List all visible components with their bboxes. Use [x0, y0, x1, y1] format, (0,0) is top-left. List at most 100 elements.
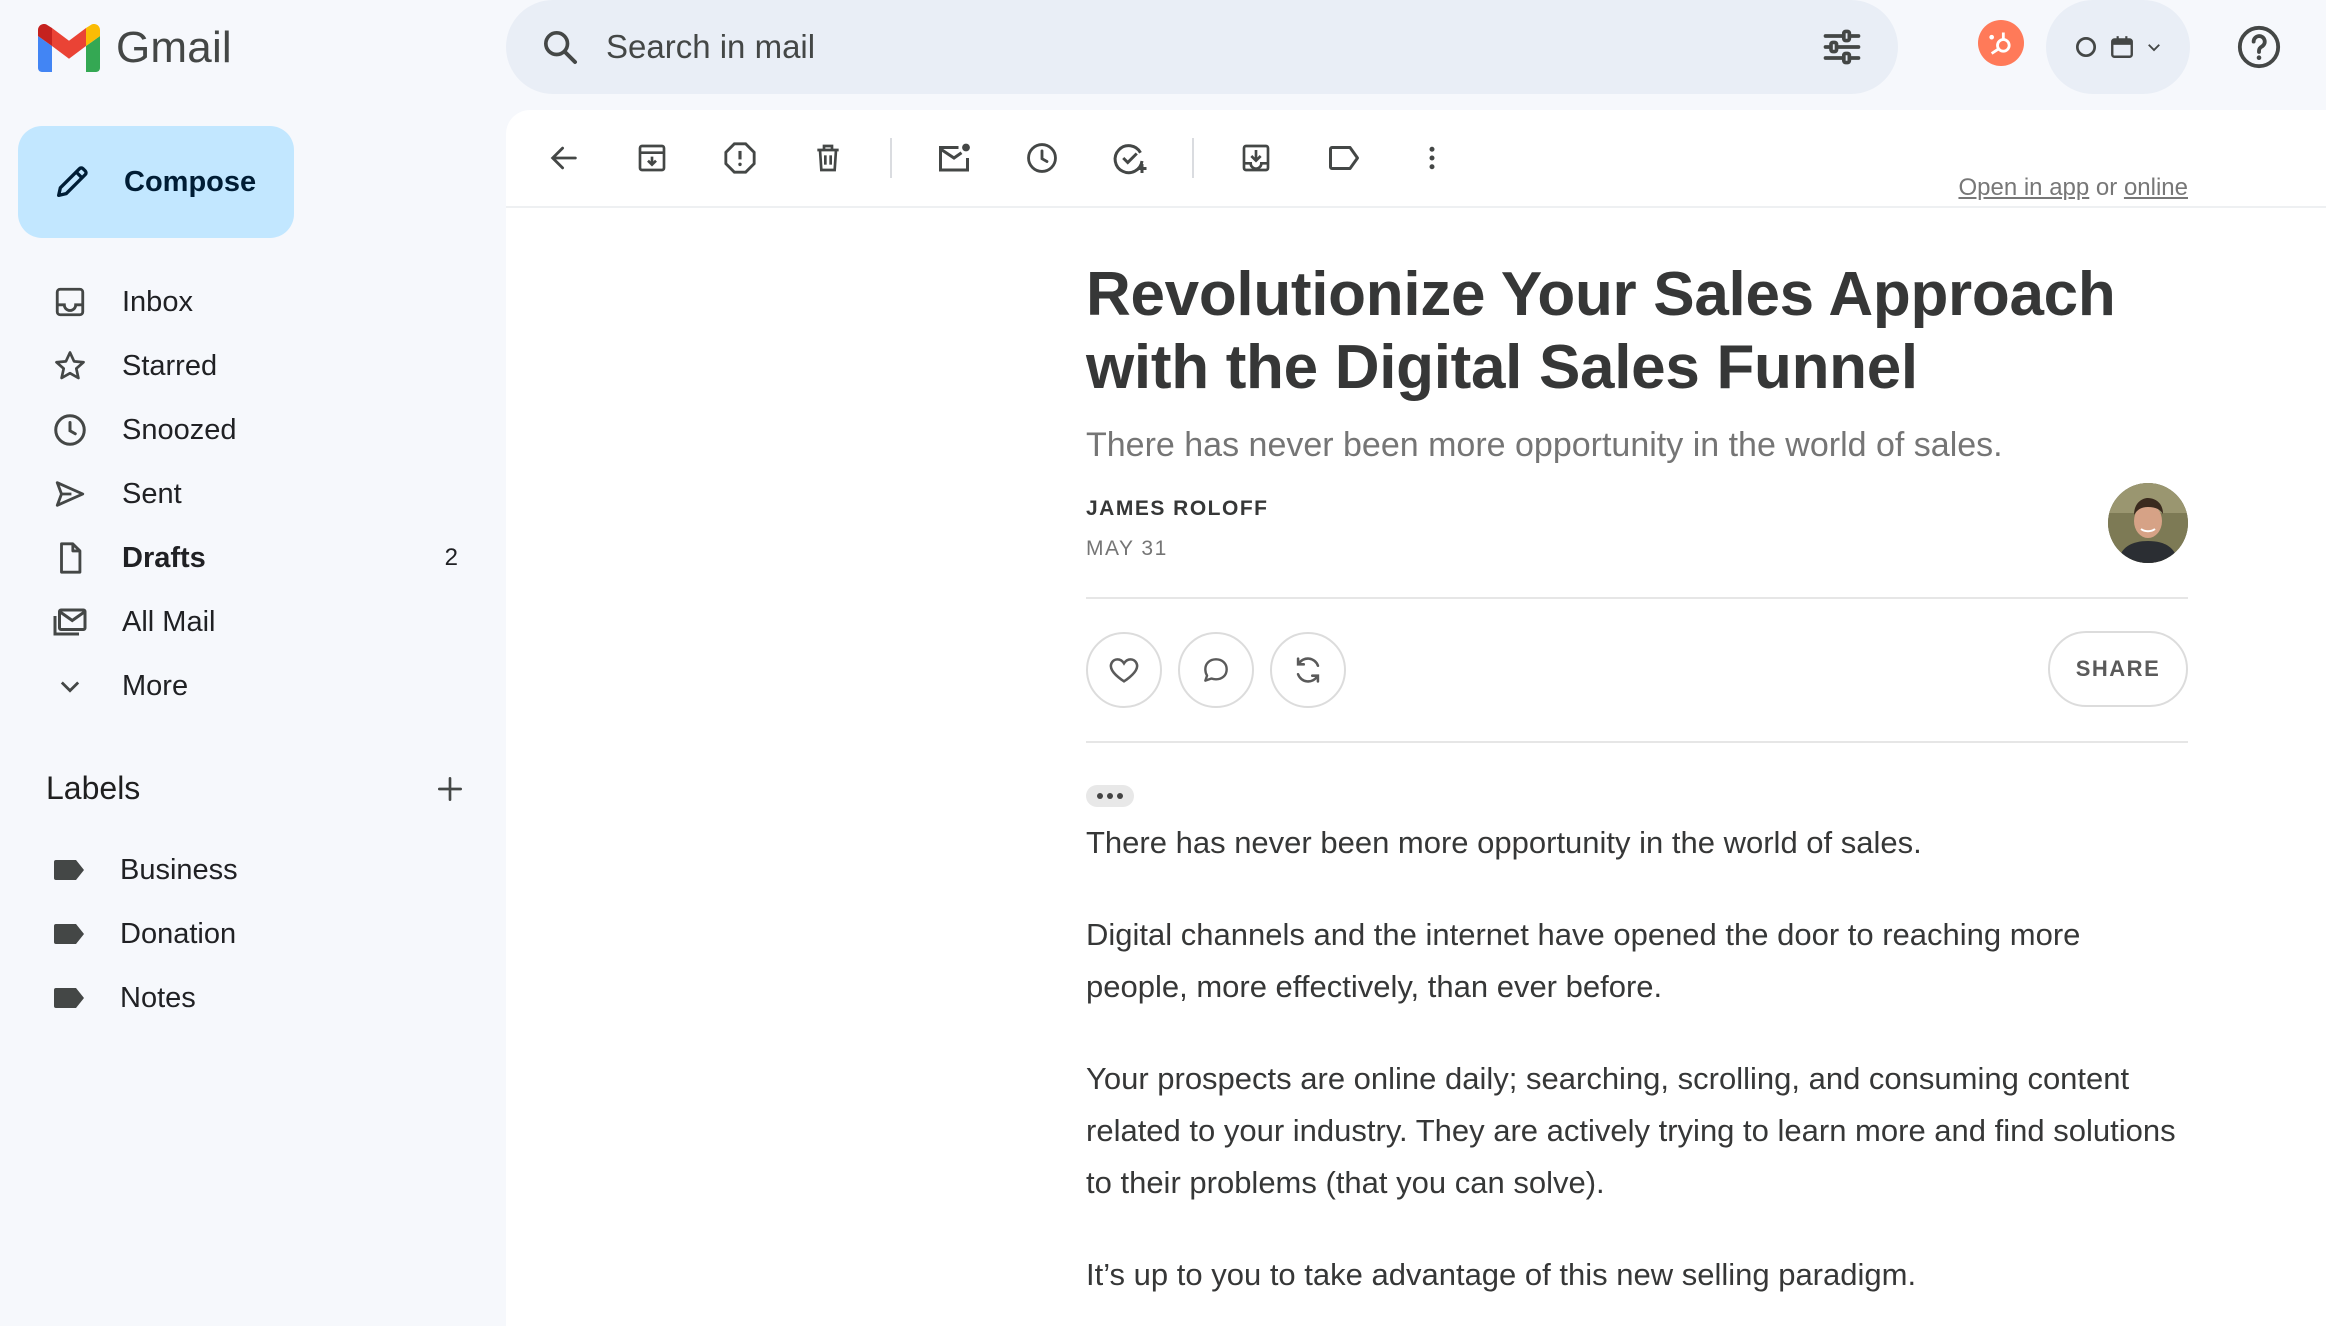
refresh-icon	[1296, 657, 1320, 683]
sidebar-item-more[interactable]: More	[0, 654, 490, 718]
label-tag-icon	[54, 860, 84, 880]
snooze-button[interactable]	[1018, 134, 1066, 182]
article-body: There has never been more opportunity in…	[1086, 817, 2188, 1301]
post-date: MAY 31	[1086, 537, 1168, 560]
label-name: Business	[120, 853, 238, 886]
chevron-down-icon	[60, 681, 80, 693]
label-item-notes[interactable]: Notes	[0, 966, 490, 1030]
sidebar-item-label: Starred	[122, 349, 218, 382]
search-input[interactable]: Search in mail	[606, 28, 1820, 66]
label-icon	[1329, 146, 1359, 170]
label-item-donation[interactable]: Donation	[0, 902, 490, 966]
label-name: Donation	[120, 917, 237, 950]
trash-icon	[817, 144, 839, 172]
clock-icon	[54, 414, 86, 446]
open-in-app-link[interactable]: Open in app	[1958, 174, 2089, 201]
article-subhead: There has never been more opportunity in…	[1086, 426, 2003, 464]
inbox-icon	[55, 287, 85, 317]
mark-unread-icon	[939, 143, 970, 172]
divider	[1086, 741, 2188, 743]
dot	[1117, 793, 1123, 799]
gmail-logo[interactable]: Gmail	[38, 20, 232, 76]
drafts-count: 2	[444, 544, 458, 571]
more-vertical-icon	[1429, 146, 1435, 170]
move-to-button[interactable]	[1232, 134, 1280, 182]
labels-button[interactable]	[1320, 134, 1368, 182]
sidebar-item-label: Inbox	[122, 285, 193, 318]
article-headline: Revolutionize Your Sales Approach with t…	[1086, 260, 2116, 402]
label-list: Business Donation Notes	[0, 838, 490, 1030]
comment-icon	[1204, 658, 1228, 682]
label-tag-icon	[54, 988, 84, 1008]
status-selector[interactable]	[2046, 0, 2190, 94]
restack-button[interactable]	[1270, 632, 1346, 708]
sidebar-item-all-mail[interactable]: All Mail	[0, 590, 490, 654]
body-paragraph: There has never been more opportunity in…	[1086, 825, 1922, 860]
report-spam-button[interactable]	[716, 134, 764, 182]
add-task-button[interactable]	[1106, 134, 1154, 182]
sidebar-item-snoozed[interactable]: Snoozed	[0, 398, 490, 462]
sidebar-item-label: All Mail	[122, 605, 216, 638]
label-tag-icon	[54, 924, 84, 944]
more-options-button[interactable]	[1408, 134, 1456, 182]
comment-button[interactable]	[1178, 632, 1254, 708]
label-name: Notes	[120, 981, 196, 1014]
app-name: Gmail	[116, 23, 232, 72]
search-icon[interactable]	[540, 27, 580, 67]
sidebar-item-drafts[interactable]: Drafts 2	[0, 526, 490, 590]
help-icon[interactable]	[2236, 24, 2282, 70]
like-button[interactable]	[1086, 632, 1162, 708]
author-name[interactable]: JAMES ROLOFF	[1086, 497, 2188, 521]
sidebar-item-label: More	[122, 669, 189, 702]
hubspot-icon[interactable]	[1978, 20, 2024, 66]
pencil-icon	[57, 166, 88, 197]
compose-button[interactable]: Compose	[18, 126, 294, 238]
email-content: Open in app or online Revolutionize Your…	[1086, 174, 2188, 1301]
move-to-icon	[1242, 144, 1270, 172]
message-view: Open in app or online Revolutionize Your…	[506, 110, 2326, 1326]
add-task-icon	[1113, 144, 1147, 175]
share-button[interactable]: SHARE	[2048, 631, 2188, 707]
gmail-m-icon	[38, 24, 100, 72]
star-icon	[55, 351, 85, 380]
status-circle-icon	[2075, 36, 2097, 58]
sprocket-icon	[1989, 32, 2011, 55]
send-icon	[55, 481, 85, 507]
toolbar-divider	[1192, 138, 1194, 178]
draft-icon	[60, 542, 82, 574]
author-avatar[interactable]	[2108, 483, 2188, 563]
toolbar-divider	[890, 138, 892, 178]
sidebar-item-label: Drafts	[122, 541, 206, 574]
body-paragraph: Your prospects are online daily; searchi…	[1086, 1061, 2176, 1200]
back-button[interactable]	[540, 134, 588, 182]
open-links: Open in app or online	[1958, 174, 2188, 202]
avatar-image	[2108, 483, 2188, 563]
search-options-icon[interactable]	[1820, 25, 1864, 69]
mark-unread-button[interactable]	[930, 134, 978, 182]
spam-icon	[724, 142, 756, 174]
calendar-icon	[2111, 36, 2133, 58]
heart-icon	[1109, 658, 1139, 683]
sidebar-item-label: Snoozed	[122, 413, 237, 446]
show-trimmed-content-button[interactable]	[1086, 785, 1134, 807]
delete-button[interactable]	[804, 134, 852, 182]
body-paragraph: It’s up to you to take advantage of this…	[1086, 1257, 1917, 1292]
all-mail-icon	[53, 608, 87, 636]
clock-icon	[1027, 143, 1057, 173]
dot	[1107, 793, 1113, 799]
author-row: JAMES ROLOFF MAY 31	[1086, 483, 2188, 597]
chevron-down-icon	[2148, 44, 2160, 52]
labels-header: Labels	[46, 770, 466, 807]
label-item-business[interactable]: Business	[0, 838, 490, 902]
sidebar-item-sent[interactable]: Sent	[0, 462, 490, 526]
add-label-icon[interactable]	[434, 773, 466, 805]
labels-title: Labels	[46, 770, 141, 806]
sidebar-item-inbox[interactable]: Inbox	[0, 270, 490, 334]
arrow-left-icon	[550, 146, 577, 170]
online-link[interactable]: online	[2124, 174, 2188, 201]
search-bar[interactable]: Search in mail	[506, 0, 1898, 94]
sidebar-nav: Inbox Starred Snoozed Sent Drafts 2 All …	[0, 270, 490, 718]
sidebar-item-starred[interactable]: Starred	[0, 334, 490, 398]
body-paragraph: Digital channels and the internet have o…	[1086, 917, 2081, 1004]
archive-button[interactable]	[628, 134, 676, 182]
